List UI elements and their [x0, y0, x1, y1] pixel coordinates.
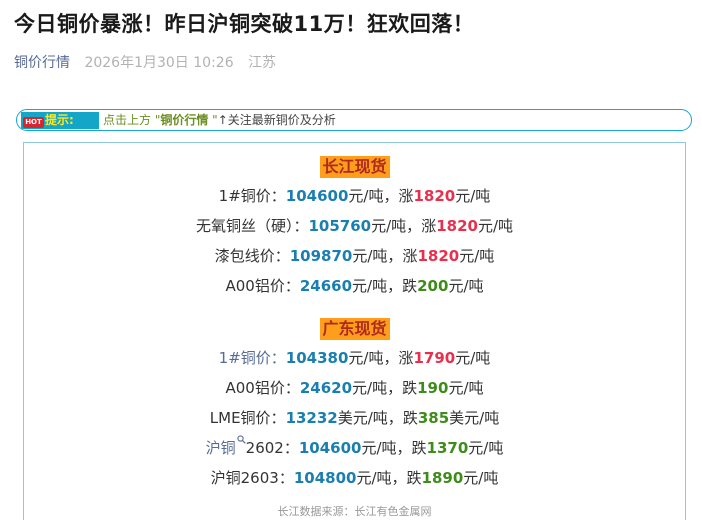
row-unit: 元/吨，	[352, 247, 403, 265]
tip-prefix: 点击上方 "	[103, 113, 161, 127]
price-row: 1#铜价：104380元/吨，涨1790元/吨	[24, 343, 685, 373]
row-change: 190	[417, 379, 449, 397]
row-label: 1#铜价：	[218, 349, 286, 367]
row-label: 漆包线价：	[214, 247, 290, 265]
row-label: 无氧铜丝（硬）：	[195, 217, 309, 235]
row-direction: 跌	[406, 469, 422, 487]
row-unit: 元/吨，	[361, 439, 412, 457]
follow-tip-bar[interactable]: HOT 提示: 点击上方 "铜价行情 "↑关注最新铜价及分析	[16, 109, 692, 131]
row-change-unit: 元/吨	[463, 469, 499, 487]
data-source-note: 长江数据来源：长江有色金属网	[277, 505, 432, 518]
tip-tail: ↑关注最新铜价及分析	[217, 113, 336, 127]
row-change-unit: 元/吨	[459, 247, 495, 265]
section-title: 广东现货	[319, 318, 390, 340]
price-row: 沪铜 2602：104600元/吨，跌1370元/吨	[24, 433, 685, 463]
section-title: 长江现货	[319, 156, 390, 178]
row-direction: 跌	[402, 379, 418, 397]
row-direction: 跌	[402, 277, 418, 295]
price-row: 沪铜2603：104800元/吨，跌1890元/吨	[24, 463, 685, 493]
row-label: 沪铜2603：	[210, 469, 294, 487]
row-label: A00铝价：	[225, 277, 300, 295]
row-unit: 元/吨，	[352, 277, 403, 295]
row-price: 105760	[308, 217, 372, 235]
price-row: 无氧铜丝（硬）：105760元/吨，涨1820元/吨	[24, 211, 685, 241]
price-card: 长江现货 1#铜价：104600元/吨，涨1820元/吨 无氧铜丝（硬）：105…	[23, 142, 686, 520]
row-change: 385	[417, 409, 450, 427]
row-price: 13232	[285, 409, 338, 427]
row-price: 104600	[298, 439, 362, 457]
row-change-unit: 美元/吨	[449, 409, 500, 427]
row-price: 104600	[285, 187, 349, 205]
row-price: 109870	[289, 247, 353, 265]
row-price: 104380	[285, 349, 349, 367]
section-changjiang: 长江现货 1#铜价：104600元/吨，涨1820元/吨 无氧铜丝（硬）：105…	[24, 156, 685, 301]
publish-date: 2026年1月30日 10:26	[84, 55, 234, 71]
row-change-unit: 元/吨	[477, 217, 514, 235]
row-change-unit: 元/吨	[448, 379, 484, 397]
row-change: 1820	[417, 247, 460, 265]
search-icon[interactable]	[237, 424, 246, 444]
row-change: 1790	[413, 349, 456, 367]
row-change-unit: 元/吨	[455, 187, 491, 205]
row-direction: 涨	[398, 187, 414, 205]
price-row: A00铝价：24620元/吨，跌190元/吨	[24, 373, 685, 403]
row-direction: 涨	[402, 247, 418, 265]
row-unit: 元/吨，	[352, 379, 403, 397]
row-label: 2602：	[245, 439, 299, 457]
row-change: 1820	[413, 187, 456, 205]
row-unit: 美元/吨，	[337, 409, 403, 427]
account-name-link[interactable]: 铜价行情	[14, 55, 70, 71]
tip-mid: "	[208, 113, 218, 127]
row-change: 200	[417, 277, 449, 295]
row-direction: 跌	[411, 439, 427, 457]
row-change-unit: 元/吨	[448, 277, 484, 295]
row-price: 24660	[299, 277, 353, 295]
row-label: 1#铜价：	[218, 187, 286, 205]
row-direction: 跌	[402, 409, 418, 427]
tip-label: HOT 提示:	[21, 112, 99, 129]
section-guangdong: 广东现货 1#铜价：104380元/吨，涨1790元/吨 A00铝价：24620…	[24, 318, 685, 493]
price-row: A00铝价：24660元/吨，跌200元/吨	[24, 271, 685, 301]
row-direction: 涨	[421, 217, 437, 235]
row-change: 1370	[426, 439, 469, 457]
price-row: 1#铜价：104600元/吨，涨1820元/吨	[24, 181, 685, 211]
row-change-unit: 元/吨	[468, 439, 504, 457]
row-unit: 元/吨，	[348, 187, 399, 205]
row-unit: 元/吨，	[356, 469, 407, 487]
row-label: LME铜价：	[209, 409, 286, 427]
row-label: A00铝价：	[225, 379, 300, 397]
row-change: 1890	[421, 469, 464, 487]
price-row: 漆包线价：109870元/吨，涨1820元/吨	[24, 241, 685, 271]
row-unit: 元/吨，	[371, 217, 422, 235]
publish-location: 江苏	[248, 55, 277, 71]
row-price: 104800	[293, 469, 357, 487]
tip-text: 点击上方 "铜价行情 "↑关注最新铜价及分析	[103, 112, 336, 129]
article-meta: 铜价行情 2026年1月30日 10:26 江苏	[14, 52, 276, 72]
article-title: 今日铜价暴涨！昨日沪铜突破11万！狂欢回落！	[14, 12, 475, 36]
hot-badge: HOT	[23, 117, 44, 128]
row-change-unit: 元/吨	[455, 349, 491, 367]
row-change: 1820	[436, 217, 478, 235]
tip-brand: 铜价行情	[160, 113, 209, 127]
price-row: LME铜价：13232美元/吨，跌385美元/吨	[24, 403, 685, 433]
shfe-copper-search-link[interactable]: 沪铜	[206, 439, 236, 457]
row-direction: 涨	[398, 349, 414, 367]
row-unit: 元/吨，	[348, 349, 399, 367]
tip-label-text: 提示:	[45, 113, 74, 127]
row-price: 24620	[299, 379, 353, 397]
